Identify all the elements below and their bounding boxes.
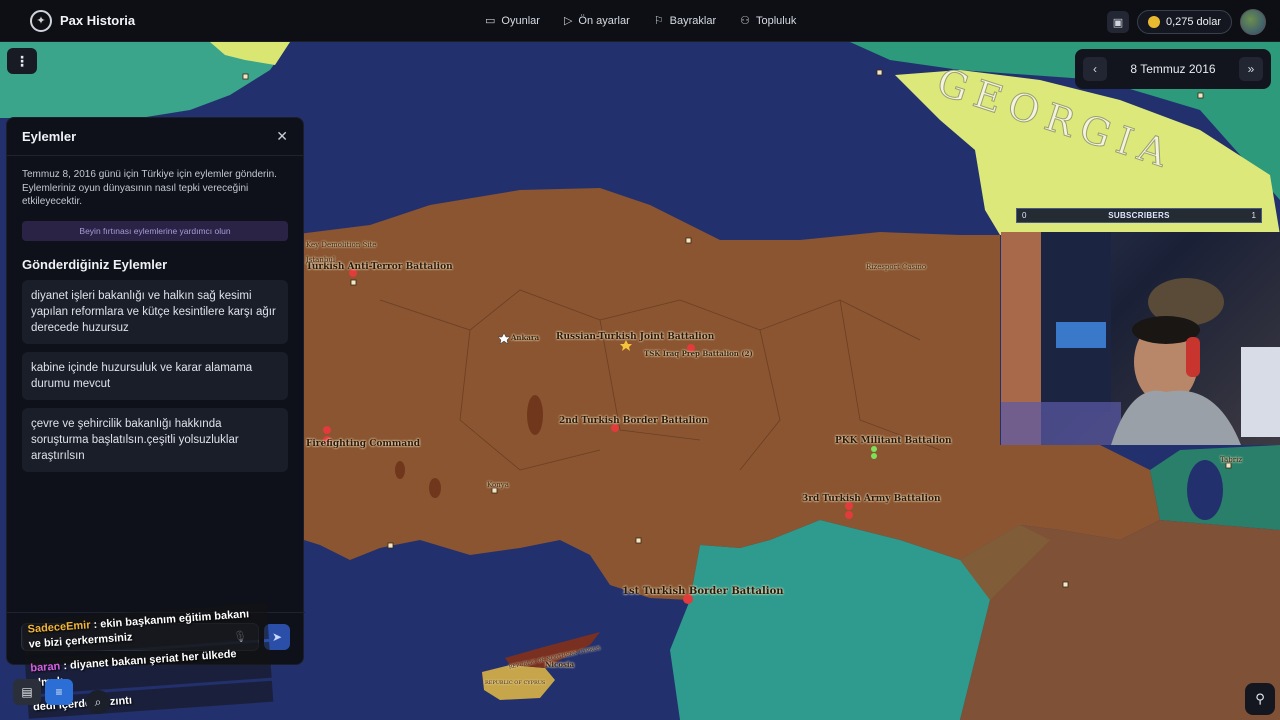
subscribers-label: SUBSCRIBERS [1108, 211, 1170, 220]
poster [1056, 322, 1106, 348]
unit-label[interactable]: Russian-Turkish Joint Battalion [556, 332, 714, 342]
more-vertical-icon: ⋮ [15, 52, 29, 69]
subscribers-bar: 0 SUBSCRIBERS 1 [1016, 208, 1262, 223]
city-marker [1062, 581, 1069, 588]
city-marker [876, 69, 883, 76]
gamepad-icon: ▭ [485, 15, 496, 27]
nav-games[interactable]: ▭ Oyunlar [485, 14, 540, 28]
next-date-button[interactable]: » [1238, 57, 1263, 81]
balance-text: 0,275 dolar [1165, 16, 1221, 28]
top-navigation-bar: ✦ Pax Historia ▭ Oyunlar ▷ Ön ayarlar ⚐ … [0, 0, 1280, 42]
action-card[interactable]: kabine içinde huzursuluk ve karar alamam… [22, 351, 288, 400]
nav-label: Bayraklar [669, 14, 717, 27]
headphones [1186, 337, 1200, 377]
flag-icon: ⚐ [653, 15, 664, 27]
send-icon: ➤ [271, 630, 283, 644]
accessibility-button[interactable]: ⚲ [1245, 683, 1275, 715]
unit-label[interactable]: Key Demolition Site [306, 241, 376, 249]
shirt [1111, 390, 1241, 445]
coin-icon [1147, 16, 1160, 28]
play-icon: ▷ [563, 15, 573, 27]
list-icon: ≡ [55, 685, 63, 699]
unit-marker [845, 511, 853, 519]
nav-label: Topluluk [755, 14, 797, 27]
chevron-left-icon: ‹ [1093, 62, 1097, 76]
city-marker [1197, 92, 1204, 99]
nav-label: Ön ayarlar [578, 14, 630, 27]
city-marker [350, 279, 357, 286]
city-marker [387, 542, 394, 549]
monitor [1241, 347, 1280, 437]
avatar[interactable] [1240, 9, 1266, 35]
more-menu-button[interactable]: ⋮ [7, 48, 37, 74]
webcam-overlay [1001, 232, 1280, 445]
panel-header: Eylemler ✕ [7, 118, 303, 156]
lake [1187, 460, 1223, 520]
chat-button[interactable]: ▤ [13, 679, 41, 705]
current-date: 8 Temmuz 2016 [1130, 62, 1216, 76]
gift-icon[interactable]: ▣ [1106, 11, 1129, 33]
wallet-balance[interactable]: 0,275 dolar [1136, 10, 1232, 34]
unit-marker [871, 453, 877, 459]
double-chevron-right-icon: » [1247, 62, 1255, 76]
nav-presets[interactable]: ▷ Ön ayarlar [563, 14, 630, 28]
region-label: REPUBLIC OF CYPRUS [485, 680, 546, 686]
city-marker [242, 73, 249, 80]
unit-label[interactable]: Firefighting Command [306, 439, 420, 449]
search-button[interactable]: ⌕ [86, 690, 110, 714]
nav-label: Oyunlar [501, 14, 540, 27]
blue-action-button[interactable]: ≡ [45, 679, 73, 705]
city-marker [635, 537, 642, 544]
city-label[interactable]: Konya [487, 481, 509, 489]
panel-title: Eylemler [22, 129, 77, 144]
panel-description: Temmuz 8, 2016 günü için Türkiye için ey… [22, 169, 277, 207]
date-navigator: ‹ 8 Temmuz 2016 » [1075, 49, 1271, 89]
unit-label[interactable]: 3rd Turkish Army Battalion [802, 494, 941, 504]
app-logo[interactable]: ✦ Pax Historia [30, 9, 450, 32]
brainstorm-button[interactable]: Beyin fırtınası eylemlerine yardımcı olu… [22, 220, 288, 241]
app-title: Pax Historia [60, 13, 136, 28]
subscribers-right-count: 1 [1251, 211, 1256, 220]
chat-username: baran [29, 660, 61, 675]
chat-username: SadeceEmir [27, 619, 91, 636]
main-nav: ▭ Oyunlar ▷ Ön ayarlar ⚐ Bayraklar ⚇ Top… [485, 14, 797, 28]
sent-actions-title: Gönderdiğiniz Eylemler [22, 256, 168, 272]
unit-label[interactable]: Rizesport Casino [866, 263, 926, 271]
actions-panel: Eylemler ✕ Temmuz 8, 2016 günü için Türk… [6, 117, 305, 665]
unit-label[interactable]: PKK Militant Battalion [835, 436, 952, 446]
chat-icon: ▤ [21, 685, 33, 699]
city-label[interactable]: Tabriz [1220, 456, 1242, 464]
country-iraq [960, 520, 1280, 720]
nav-community[interactable]: ⚇ Topluluk [740, 14, 797, 28]
unit-label[interactable]: 1st Turkish Border Battalion [622, 586, 784, 597]
previous-date-button[interactable]: ‹ [1083, 57, 1107, 81]
desk [1001, 402, 1121, 445]
search-icon: ⌕ [94, 694, 102, 709]
city-marker [685, 237, 692, 244]
unit-marker [871, 446, 877, 452]
subscribers-left-count: 0 [1022, 211, 1027, 220]
users-icon: ⚇ [740, 15, 750, 27]
unit-label[interactable]: TSK Iraq Prep Battalion (2) [644, 349, 753, 358]
city-label[interactable]: Ankara [511, 333, 539, 342]
person-settings-icon: ⚲ [1255, 691, 1265, 706]
top-right-controls: ▣ 0,275 dolar [1106, 9, 1266, 35]
nav-flags[interactable]: ⚐ Bayraklar [653, 14, 717, 28]
unit-marker [323, 426, 331, 434]
action-card[interactable]: diyanet işleri bakanlığı ve halkın sağ k… [22, 279, 288, 344]
close-icon[interactable]: ✕ [276, 128, 288, 145]
action-card[interactable]: çevre ve şehircilik bakanlığı hakkında s… [22, 407, 288, 472]
city-label[interactable]: Istanbul [306, 256, 335, 264]
unit-label[interactable]: 2nd Turkish Border Battalion [559, 416, 708, 426]
globe-icon: ✦ [30, 9, 52, 32]
